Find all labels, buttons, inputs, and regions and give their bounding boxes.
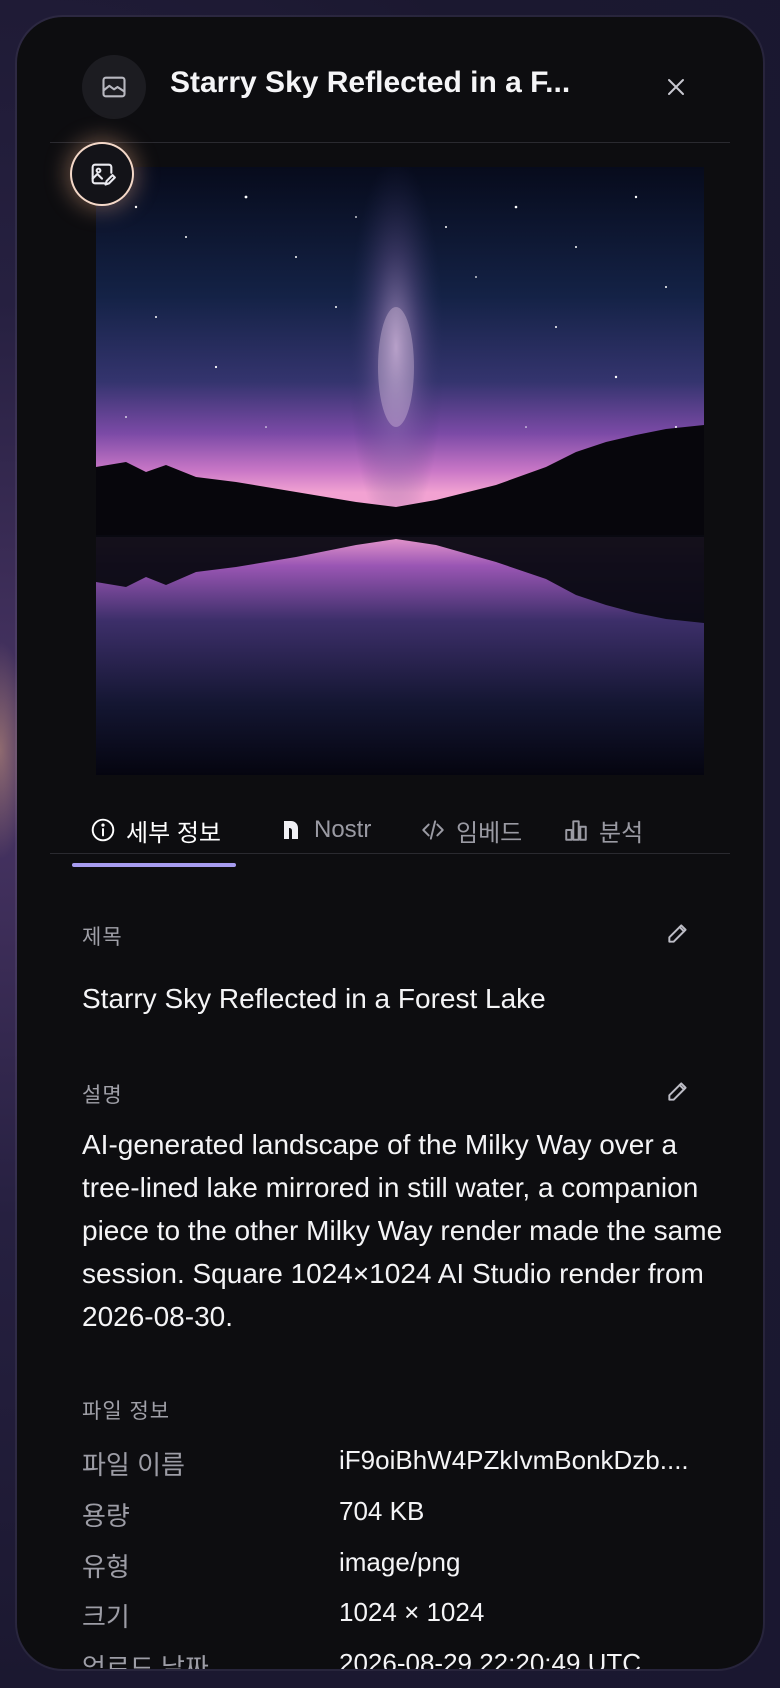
file-info-row: 파일 이름 iF9oiBhW4PZkIvmBonkDzb.... — [82, 1445, 732, 1485]
dimensions-value: 1024 × 1024 — [339, 1597, 485, 1627]
file-name-value: iF9oiBhW4PZkIvmBonkDzb.... — [339, 1445, 689, 1475]
bar-chart-icon — [565, 820, 587, 841]
upload-date-key: 업로드 날짜 — [82, 1653, 209, 1669]
file-size-key: 용량 — [82, 1501, 130, 1531]
header-divider — [50, 142, 730, 143]
file-info-row: 업로드 날짜 2026-08-29 22:20:49 UTC — [82, 1648, 732, 1669]
description-label: 설명 — [82, 1084, 123, 1107]
media-details-modal: Starry Sky Reflected in a F... 세부 정보 Nos… — [17, 17, 763, 1669]
file-type-value: image/png — [339, 1547, 461, 1577]
file-size-value: 704 KB — [339, 1496, 425, 1526]
close-icon — [668, 79, 684, 95]
image-edit-icon — [91, 163, 116, 186]
nostr-icon — [284, 821, 298, 839]
tab-bar: 세부 정보 Nostr 임베드 분석 — [50, 793, 730, 867]
active-tab-indicator — [72, 863, 236, 867]
close-button[interactable] — [658, 69, 694, 105]
tab-details-label: 세부 정보 — [126, 819, 221, 847]
upload-date-value: 2026-08-29 22:20:49 UTC — [339, 1648, 642, 1669]
modal-header: Starry Sky Reflected in a F... — [17, 17, 763, 142]
file-info-row: 크기 1024 × 1024 — [82, 1597, 732, 1637]
edit-description-button[interactable] — [665, 1078, 695, 1108]
tab-embed-label: 임베드 — [456, 819, 523, 847]
tab-nostr-label: Nostr — [314, 816, 372, 843]
pencil-icon — [668, 924, 687, 943]
title-value: Starry Sky Reflected in a Forest Lake — [82, 983, 546, 1014]
file-info-row: 용량 704 KB — [82, 1496, 732, 1536]
tab-details[interactable]: 세부 정보 — [90, 793, 221, 867]
edit-title-button[interactable] — [665, 920, 695, 950]
tab-nostr[interactable]: Nostr — [280, 793, 371, 867]
modal-title: Starry Sky Reflected in a F... — [170, 66, 571, 99]
pencil-icon — [668, 1082, 687, 1101]
file-info-row: 유형 image/png — [82, 1547, 732, 1587]
dimensions-key: 크기 — [82, 1602, 130, 1632]
tab-divider — [50, 853, 730, 854]
image-preview — [96, 167, 704, 775]
description-value: AI-generated landscape of the Milky Way … — [82, 1129, 723, 1332]
edit-image-button[interactable] — [72, 144, 132, 204]
file-type-key: 유형 — [82, 1552, 130, 1582]
file-name-key: 파일 이름 — [82, 1450, 185, 1480]
tab-embed[interactable]: 임베드 — [420, 793, 522, 867]
file-info-label: 파일 정보 — [82, 1400, 171, 1423]
info-icon — [91, 818, 115, 842]
tab-analytics[interactable]: 분석 — [563, 793, 643, 867]
title-label: 제목 — [82, 926, 123, 949]
code-icon — [422, 820, 444, 840]
tab-analytics-label: 분석 — [599, 819, 644, 847]
image-icon — [82, 55, 146, 119]
